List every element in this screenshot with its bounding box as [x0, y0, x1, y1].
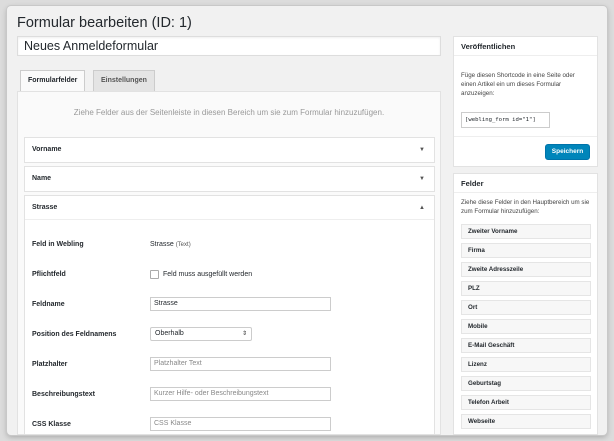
- css-class-input[interactable]: CSS Klasse: [150, 417, 331, 431]
- label-position-value: Oberhalb: [155, 330, 184, 337]
- field-label: Vorname: [32, 146, 62, 153]
- field-header[interactable]: Vorname ▼: [25, 138, 434, 162]
- field-vorname[interactable]: Vorname ▼: [24, 137, 435, 163]
- shortcode-field[interactable]: [webling_form id="1"]: [461, 112, 550, 128]
- webling-field-value: Strasse (Text): [150, 241, 191, 248]
- palette-item[interactable]: E-Mail Geschäft: [461, 338, 591, 353]
- palette-item[interactable]: PLZ: [461, 281, 591, 296]
- form-title-input[interactable]: Neues Anmeldeformular: [17, 36, 441, 56]
- palette-title: Felder: [454, 174, 597, 193]
- select-arrows-icon: ⇕: [241, 331, 247, 337]
- fieldname-label: Feldname: [32, 301, 65, 308]
- css-class-label: CSS Klasse: [32, 421, 71, 428]
- webling-field-label: Feld in Webling: [32, 241, 84, 248]
- chevron-up-icon[interactable]: ▲: [419, 196, 425, 220]
- palette-item[interactable]: Firma: [461, 243, 591, 258]
- placeholder-label: Platzhalter: [32, 361, 68, 368]
- publish-title: Veröffentlichen: [454, 37, 597, 56]
- app-window: Formular bearbeiten (ID: 1) Neues Anmeld…: [7, 6, 607, 435]
- description-label: Beschreibungstext: [32, 391, 96, 398]
- field-header[interactable]: Name ▼: [25, 167, 434, 191]
- palette-text: Ziehe diese Felder in den Hauptbereich u…: [461, 199, 590, 215]
- field-label: Name: [32, 175, 52, 182]
- form-fields-area: Ziehe Felder aus der Seitenleiste in die…: [17, 91, 441, 435]
- publish-box: Veröffentlichen Füge diesen Shortcode in…: [453, 36, 598, 167]
- required-label: Pflichtfeld: [32, 271, 66, 278]
- fields-palette: Felder Ziehe diese Felder in den Hauptbe…: [453, 173, 598, 435]
- required-checkbox[interactable]: [150, 270, 159, 279]
- field-strasse[interactable]: Strasse ▲ Feld in Webling Strasse (Text)…: [24, 195, 435, 434]
- chevron-down-icon[interactable]: ▼: [419, 138, 425, 162]
- palette-item[interactable]: Lizenz: [461, 357, 591, 372]
- required-checkbox-label[interactable]: Feld muss ausgefüllt werden: [163, 268, 252, 282]
- field-name[interactable]: Name ▼: [24, 166, 435, 192]
- divider: [454, 136, 597, 137]
- label-position-select[interactable]: Oberhalb ⇕: [150, 327, 252, 341]
- tab-einstellungen[interactable]: Einstellungen: [93, 70, 155, 91]
- field-label: Strasse: [32, 204, 58, 211]
- palette-item[interactable]: Geburtstag: [461, 376, 591, 391]
- field-header[interactable]: Strasse ▲: [25, 196, 434, 220]
- placeholder-input[interactable]: Platzhalter Text: [150, 357, 331, 371]
- label-position-label: Position des Feldnamens: [32, 331, 117, 338]
- fieldname-input[interactable]: Strasse: [150, 297, 331, 311]
- save-button[interactable]: Speichern: [545, 144, 590, 160]
- tab-formularfelder[interactable]: Formularfelder: [20, 70, 86, 92]
- palette-item[interactable]: Mobile: [461, 319, 591, 334]
- palette-item[interactable]: Ort: [461, 300, 591, 315]
- publish-text: Füge diesen Shortcode in eine Seite oder…: [461, 72, 575, 97]
- palette-item[interactable]: Zweite Adresszeile: [461, 262, 591, 277]
- palette-item[interactable]: Telefon Arbeit: [461, 395, 591, 410]
- palette-item[interactable]: Webseite: [461, 414, 591, 429]
- description-input[interactable]: Kurzer Hilfe- oder Beschreibungstext: [150, 387, 331, 401]
- page-title: Formular bearbeiten (ID: 1): [17, 15, 192, 31]
- palette-item[interactable]: Zweiter Vorname: [461, 224, 591, 239]
- chevron-down-icon[interactable]: ▼: [419, 167, 425, 191]
- drop-hint: Ziehe Felder aus der Seitenleiste in die…: [73, 108, 385, 117]
